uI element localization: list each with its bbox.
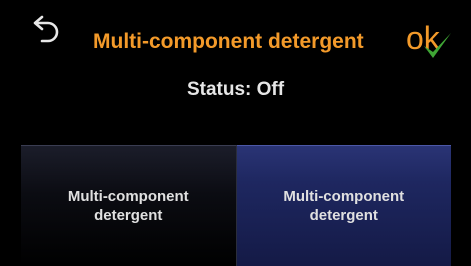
- back-arrow-icon: [33, 15, 59, 43]
- option-selector: Multi-component detergent Multi-componen…: [21, 145, 451, 266]
- option-label: Multi-component detergent: [67, 188, 189, 224]
- back-button[interactable]: [28, 14, 72, 50]
- header-bar: Multi-component detergent ok: [0, 0, 471, 84]
- option-button-1[interactable]: Multi-component detergent: [21, 145, 237, 266]
- checkmark-icon: [424, 33, 451, 58]
- page-title: Multi-component detergent: [93, 30, 364, 53]
- ok-button[interactable]: ok: [406, 22, 458, 68]
- option-label: Multi-component detergent: [283, 188, 405, 224]
- option-button-2-selected[interactable]: Multi-component detergent: [236, 145, 451, 266]
- status-text: Status: Off: [186, 79, 285, 100]
